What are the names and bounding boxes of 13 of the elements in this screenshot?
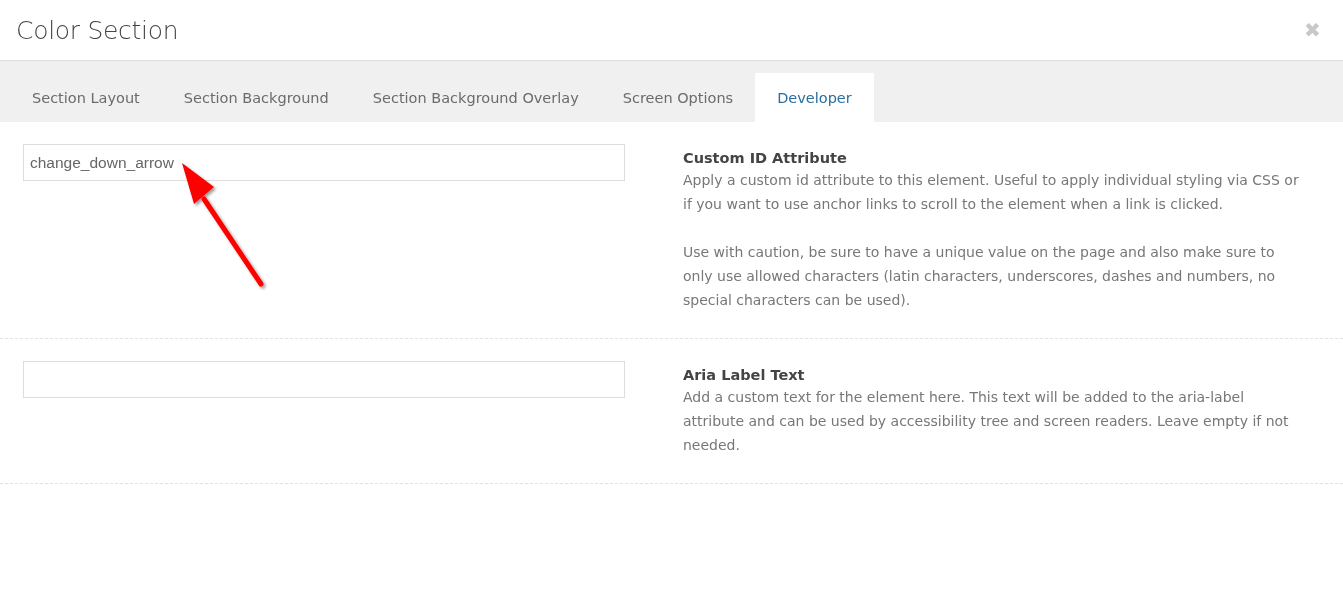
tab[interactable]: Screen Options (600, 73, 756, 122)
tab[interactable]: Section Layout (10, 73, 162, 122)
tab[interactable]: Section Background (161, 73, 351, 122)
option-description: Use with caution, be sure to have a unique value on the page and also make sure to only use allowed characters (latin characters, underscores, dashes and numbers, no special characters can be used). (683, 243, 1277, 310)
tab[interactable]: Developer (755, 73, 874, 122)
window-title: Color Section (16, 15, 179, 45)
tab[interactable]: Section Background Overlay (350, 73, 601, 122)
option-description: Apply a custom id attribute to this element. Useful to apply individual styling via CSS or if you want to use anchor links to scroll to the element when a link is clicked. (683, 171, 1300, 214)
input-field[interactable]: change_down_arrow (23, 144, 625, 181)
option-label: Custom ID Attribute (683, 149, 848, 168)
option-label: Aria Label Text (683, 366, 806, 385)
option-description: Add a custom text for the element here. This text will be added to the aria-label attribute and can be used by accessibility tree and screen readers. Leave empty if not needed. (683, 388, 1290, 455)
input-field[interactable] (23, 361, 625, 398)
